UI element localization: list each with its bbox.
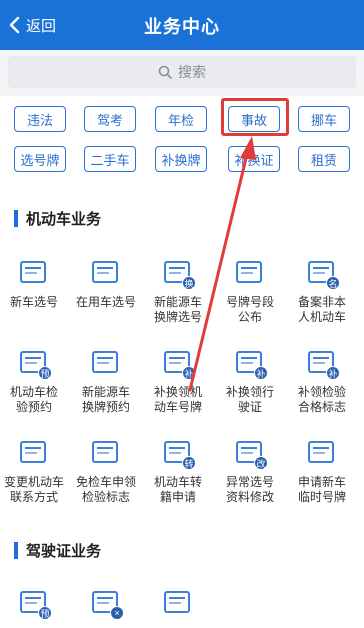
- section-vehicle-title: 机动车业务: [14, 208, 101, 229]
- service-item-label: 新车选号: [9, 295, 58, 309]
- tag-annual-inspection[interactable]: 年检: [155, 106, 207, 132]
- service-item[interactable]: [142, 588, 214, 620]
- contact-card-icon: [16, 438, 52, 470]
- temp-plate-icon: [304, 438, 340, 470]
- tag-replace-license[interactable]: 补换证: [228, 146, 280, 172]
- section-license-label: 驾驶证业务: [26, 543, 102, 560]
- search-input[interactable]: 搜索: [8, 56, 356, 88]
- service-item-label: 补领检验 合格标志: [297, 385, 346, 414]
- license-card-icon: 预: [16, 588, 52, 620]
- service-item[interactable]: ×: [70, 588, 142, 620]
- service-item[interactable]: 补补换领行 驶证: [214, 348, 286, 415]
- tag-move-car[interactable]: 挪车: [298, 106, 350, 132]
- service-item[interactable]: 新能源车 换牌预约: [70, 348, 142, 415]
- tag-used-car[interactable]: 二手车: [84, 146, 136, 172]
- tag-rental[interactable]: 租赁: [298, 146, 350, 172]
- replace-plate-icon: 补: [160, 348, 196, 380]
- service-item-label: 补换领行 驶证: [225, 385, 274, 414]
- service-item[interactable]: 新车选号: [0, 258, 70, 310]
- tag-driving-test[interactable]: 驾考: [84, 106, 136, 132]
- inspection-icon: 预: [16, 348, 52, 380]
- service-item[interactable]: 申请新车 临时号牌: [286, 438, 358, 505]
- service-item[interactable]: 变更机动车 联系方式: [0, 438, 70, 505]
- service-item[interactable]: 免检车申领 检验标志: [70, 438, 142, 505]
- service-item[interactable]: 补补领检验 合格标志: [286, 348, 358, 415]
- edit-document-icon: 改: [232, 438, 268, 470]
- tag-replace-plate[interactable]: 补换牌: [155, 146, 207, 172]
- service-item[interactable]: 预机动车检 验预约: [0, 348, 70, 415]
- record-document-icon: 名: [304, 258, 340, 290]
- section-accent-bar: [14, 210, 18, 227]
- exempt-badge-icon: [88, 438, 124, 470]
- tag-select-plate[interactable]: 选号牌: [14, 146, 66, 172]
- ev-plate-icon: [88, 348, 124, 380]
- service-item[interactable]: 名备案非本 人机动车: [286, 258, 358, 325]
- service-item-label: 新能源车 换牌预约: [81, 385, 130, 414]
- service-item-label: 机动车转 籍申请: [153, 475, 202, 504]
- section-license-title: 驾驶证业务: [14, 540, 101, 561]
- section-vehicle-label: 机动车业务: [26, 211, 102, 228]
- section-accent-bar: [14, 542, 18, 559]
- service-item-label: 号牌号段 公布: [225, 295, 274, 324]
- service-item[interactable]: 换新能源车 换牌选号: [142, 258, 214, 325]
- service-item-label: 异常选号 资料修改: [225, 475, 274, 504]
- service-item-label: 补换领机 动车号牌: [153, 385, 202, 414]
- driving-permit-icon: 补: [232, 348, 268, 380]
- ev-car-icon: 换: [160, 258, 196, 290]
- app-header: 返回 业务中心: [0, 0, 364, 50]
- qualification-mark-icon: 补: [304, 348, 340, 380]
- service-item-label: 在用车选号: [75, 295, 136, 309]
- accident-highlight-box: [221, 98, 289, 136]
- service-item-label: 免检车申领 检验标志: [75, 475, 136, 504]
- service-item[interactable]: 转机动车转 籍申请: [142, 438, 214, 505]
- service-item-label: 新能源车 换牌选号: [153, 295, 202, 324]
- plate-announce-icon: [232, 258, 268, 290]
- transfer-icon: 转: [160, 438, 196, 470]
- search-icon: [158, 65, 172, 79]
- page-title: 业务中心: [144, 17, 220, 37]
- service-item[interactable]: 改异常选号 资料修改: [214, 438, 286, 505]
- service-item[interactable]: 预: [0, 588, 70, 620]
- search-placeholder: 搜索: [178, 64, 206, 80]
- speaker-card-icon: [160, 588, 196, 620]
- service-item[interactable]: 在用车选号: [70, 258, 142, 310]
- car-icon: [88, 258, 124, 290]
- service-item-label: 申请新车 临时号牌: [297, 475, 346, 504]
- service-item-label: 备案非本 人机动车: [297, 295, 346, 324]
- service-item-label: 变更机动车 联系方式: [3, 475, 64, 504]
- service-item[interactable]: 号牌号段 公布: [214, 258, 286, 325]
- service-item[interactable]: 补补换领机 动车号牌: [142, 348, 214, 415]
- license-plate-icon: [16, 258, 52, 290]
- service-item-label: 机动车检 验预约: [9, 385, 58, 414]
- calendar-icon: ×: [88, 588, 124, 620]
- tag-violation[interactable]: 违法: [14, 106, 66, 132]
- search-bar: 搜索: [0, 50, 364, 96]
